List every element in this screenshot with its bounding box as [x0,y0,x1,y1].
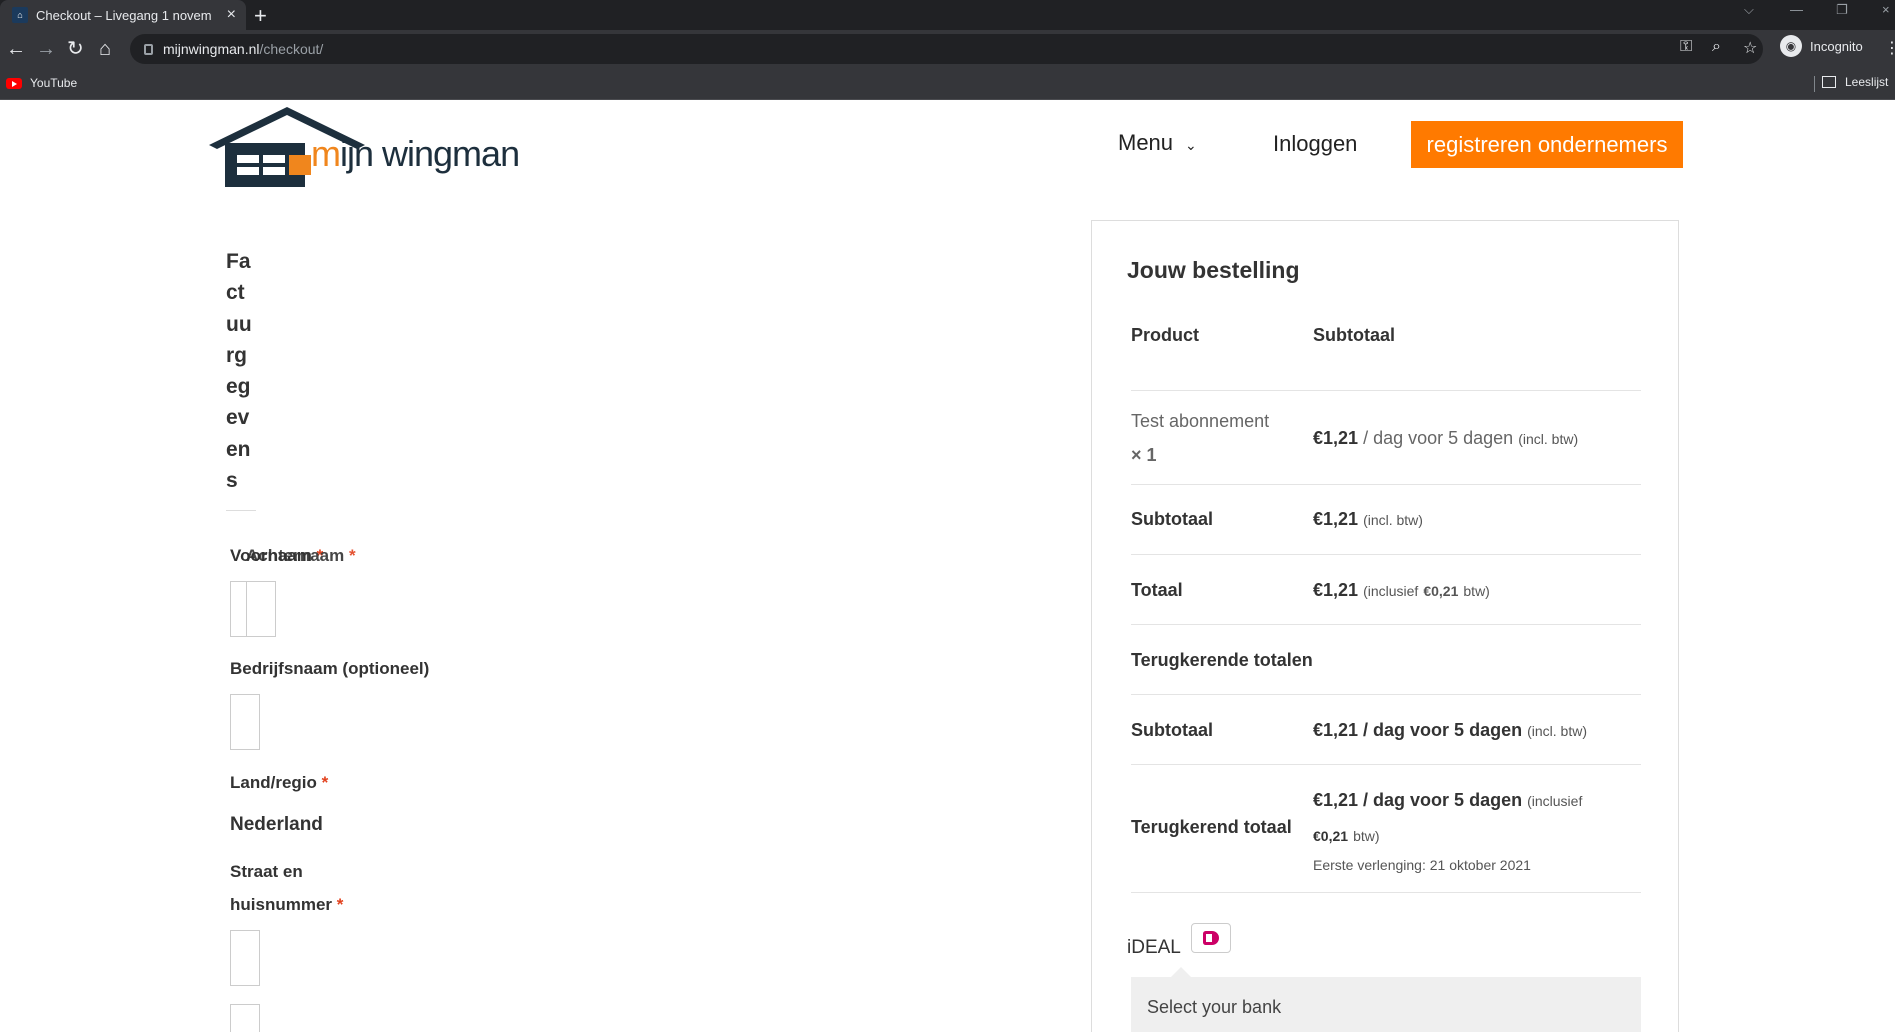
item-name: Test abonnement [1131,411,1270,431]
minimize-icon[interactable]: — [1790,2,1803,17]
street-label-line2: huisnummer * [230,895,344,914]
subtotal-row: Subtotaal €1,21 (incl. btw) [1131,485,1641,555]
billing-title: Factuurgegevens [226,250,252,493]
reload-icon[interactable]: ↻ [67,37,84,61]
ideal-logo-icon [1190,923,1231,953]
item-qty: × 1 [1131,445,1157,465]
company-label: Bedrijfsnaam (optioneel) [230,659,430,678]
country-label: Land/regio * [230,773,329,792]
chevron-down-icon: ⌄ [1185,136,1197,153]
bookmarks-bar: YouTube Leeslijst [0,68,1895,100]
login-link[interactable]: Inloggen [1273,131,1357,157]
billing-divider [226,510,256,511]
tab-close-icon[interactable]: × [227,6,236,24]
order-title: Jouw bestelling [1127,257,1300,283]
table-header-row: Product Subtotaal [1131,291,1641,391]
checkout-page: mijn wingman Menu ⌄ Inloggen registreren… [0,100,1895,1032]
table-row: Test abonnement × 1 €1,21 / dag voor 5 d… [1131,391,1641,485]
recurring-total-row: Terugkerend totaal €1,21 / dag voor 5 da… [1131,765,1641,893]
home-icon[interactable]: ⌂ [99,37,111,61]
logo-wordmark: mijn wingman [311,133,520,174]
col-subtotal: Subtotaal [1313,325,1396,345]
browser-tab-checkout[interactable]: ⌂ Checkout – Livegang 1 novembe × [0,0,246,30]
back-arrow-icon[interactable]: ← [6,37,26,61]
browser-toolbar: ← → ↻ ⌂ mijnwingman.nl/checkout/ ⚿ ⌕ ☆ ◉… [0,30,1895,68]
address-bar[interactable]: mijnwingman.nl/checkout/ [130,34,1763,64]
bank-selector-box: Select your bank [1131,967,1641,1032]
main-menu[interactable]: Menu ⌄ [1118,130,1197,156]
site-logo[interactable]: mijn wingman [207,105,520,187]
reading-list-button[interactable]: Leeslijst [1822,75,1888,89]
new-tab-icon[interactable]: + [254,3,267,29]
key-icon[interactable]: ⚿ [1680,38,1692,56]
tab-strip: ⌂ Checkout – Livegang 1 novembe × + ⌵ — … [0,0,1895,30]
bank-select[interactable]: Select your bank [1147,997,1281,1018]
incognito-icon: ◉ [1780,35,1802,57]
recurring-title-row: Terugkerende totalen [1131,625,1641,695]
company-input[interactable] [230,694,260,750]
incognito-indicator[interactable]: ◉ Incognito [1780,35,1863,57]
last-name-input[interactable] [246,581,276,637]
caret-up-icon [1171,967,1191,977]
total-row: Totaal €1,21 (inclusief €0,21 btw) [1131,555,1641,625]
last-name-label: Achternaam * [246,546,356,565]
street-input[interactable] [230,930,260,986]
site-favicon-icon: ⌂ [12,7,28,23]
forward-arrow-icon[interactable]: → [36,37,56,61]
bookmark-star-icon[interactable]: ☆ [1743,38,1757,58]
register-button[interactable]: registreren ondernemers [1411,121,1683,168]
payment-method-ideal[interactable]: iDEAL [1127,923,1231,959]
bookmarks-divider [1814,76,1815,92]
url-text: mijnwingman.nl/checkout/ [163,41,324,57]
lock-icon[interactable] [144,43,153,55]
recurring-subtotal-row: Subtotaal €1,21 / dag voor 5 dagen (incl… [1131,695,1641,765]
country-value: Nederland [230,814,323,835]
close-window-icon[interactable]: × [1882,2,1890,17]
zoom-icon[interactable]: ⌕ [1712,38,1721,56]
street-addition-input[interactable] [230,1004,260,1032]
youtube-icon [6,77,22,89]
bookmark-youtube[interactable]: YouTube [6,76,77,90]
item-price: €1,21 / dag voor 5 dagen (incl. btw) [1313,428,1579,448]
street-label-line1: Straat en [230,862,303,881]
tab-title: Checkout – Livegang 1 novembe [36,7,211,23]
renewal-date: Eerste verlenging: 21 oktober 2021 [1313,857,1531,873]
restore-icon[interactable]: ❐ [1836,2,1848,18]
tab-search-chevron-icon[interactable]: ⌵ [1744,2,1754,18]
order-review: Jouw bestelling Product Subtotaal Test a… [1091,220,1679,1032]
reading-list-icon [1822,76,1836,88]
browser-menu-icon[interactable]: ⋮ [1884,38,1895,58]
col-product: Product [1131,325,1200,345]
